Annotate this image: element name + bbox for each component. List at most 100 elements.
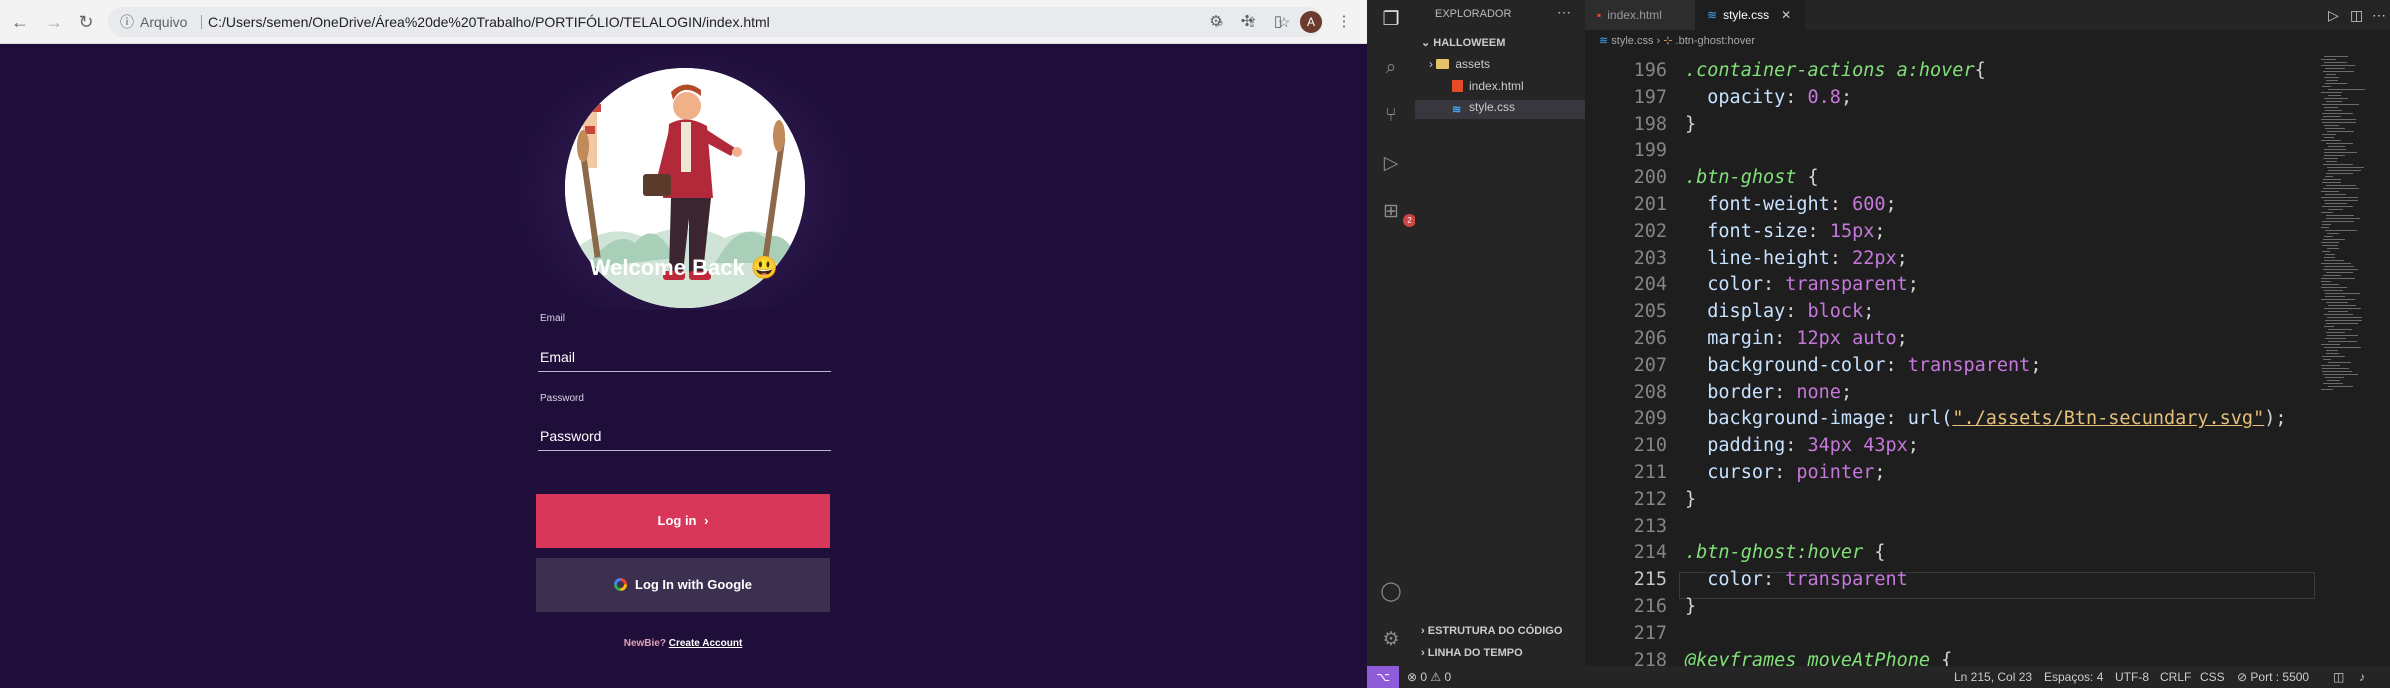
- minimap-line: [2321, 278, 2355, 279]
- remote-icon[interactable]: ⌥: [1367, 666, 1399, 688]
- html-file-icon: [1452, 80, 1463, 92]
- workspace-folder-name: HALLOWEEM: [1433, 37, 1506, 49]
- extension-gear-icon[interactable]: ⚙: [1205, 11, 1227, 33]
- tree-item-assets[interactable]: › assets: [1429, 57, 1490, 71]
- tree-item-style-css[interactable]: ≋ style.css: [1415, 100, 1585, 119]
- code-token: font-weight: [1707, 194, 1830, 215]
- address-url[interactable]: C:/Users/semen/OneDrive/Área%20de%20Trab…: [208, 7, 770, 37]
- breadcrumb-file[interactable]: style.css: [1611, 35, 1653, 47]
- code-token: opacity: [1707, 86, 1786, 108]
- email-label: Email: [540, 313, 566, 324]
- minimap-line: [2328, 95, 2341, 96]
- extensions-icon[interactable]: ⊞ 2: [1379, 200, 1416, 227]
- outline-section[interactable]: › ESTRUTURA DO CÓDIGO: [1421, 625, 1562, 637]
- more-actions-icon[interactable]: ⋯: [1557, 4, 1571, 21]
- live-server-port[interactable]: ⊘ Port : 5500: [2237, 666, 2309, 688]
- address-bar[interactable]: ⓘ Arquivo C:/Users/semen/OneDrive/Área%2…: [108, 7, 1323, 37]
- code-editor[interactable]: 196 197 198 199 200 201 202 203 204 205 206 207 208 2…: [1585, 52, 2315, 666]
- minimap-line: [2322, 122, 2356, 123]
- source-control-icon[interactable]: ⑂: [1379, 104, 1403, 128]
- forward-arrow-icon[interactable]: →: [42, 10, 66, 34]
- breadcrumb-symbol[interactable]: .btn-ghost:hover: [1676, 35, 1756, 47]
- minimap-line: [2326, 350, 2338, 351]
- reload-icon[interactable]: ↻: [74, 10, 98, 34]
- language-mode[interactable]: CSS: [2200, 666, 2225, 688]
- line-number: 208: [1633, 381, 1667, 403]
- profile-avatar[interactable]: A: [1300, 11, 1322, 33]
- run-icon[interactable]: ▷: [2328, 7, 2339, 24]
- layout-icon[interactable]: ◫: [2333, 666, 2344, 688]
- end-of-line[interactable]: CRLF: [2160, 666, 2191, 688]
- code-token: }: [1685, 596, 1697, 617]
- close-icon[interactable]: ✕: [1781, 8, 1791, 22]
- puzzle-icon[interactable]: ✣: [1236, 11, 1258, 33]
- code-token: {: [1796, 167, 1819, 189]
- line-number: 209: [1633, 408, 1667, 430]
- minimap-line: [2324, 266, 2354, 267]
- folder-icon: [1436, 59, 1450, 69]
- info-icon[interactable]: ⓘ: [120, 7, 134, 37]
- code-token: 15px: [1829, 220, 1875, 242]
- minimap-line: [2323, 359, 2331, 360]
- encoding[interactable]: UTF-8: [2115, 666, 2149, 688]
- minimap-line: [2326, 185, 2356, 186]
- code-line: }: [1685, 489, 1696, 510]
- code-line: border: none;: [1707, 381, 1853, 403]
- run-debug-icon[interactable]: ▷: [1379, 152, 1403, 176]
- minimap-line: [2324, 137, 2334, 138]
- signup-prompt: NewBie? Create Account: [536, 638, 830, 649]
- line-number: 197: [1633, 86, 1667, 108]
- side-panel-icon[interactable]: ▯: [1267, 11, 1289, 33]
- minimap-line: [2326, 272, 2353, 273]
- code-line: font-size: 15px;: [1707, 220, 1886, 242]
- line-number: 201: [1633, 194, 1667, 215]
- minimap-line: [2324, 260, 2344, 261]
- minimap-line: [2324, 308, 2361, 309]
- timeline-section[interactable]: › LINHA DO TEMPO: [1421, 647, 1523, 659]
- notifications-bell-icon[interactable]: ♪: [2359, 666, 2365, 688]
- login-button[interactable]: Log in ›: [536, 494, 830, 548]
- problems-indicator[interactable]: ⊗ 0 ⚠ 0: [1407, 666, 1451, 688]
- cursor-position[interactable]: Ln 215, Col 23: [1954, 666, 2032, 688]
- tab-index-html[interactable]: ▪ index.html: [1585, 0, 1695, 30]
- indentation[interactable]: Espaços: 4: [2044, 666, 2103, 688]
- minimap-line: [2326, 101, 2342, 102]
- account-icon[interactable]: ◯: [1379, 580, 1403, 604]
- line-number: 196: [1633, 60, 1667, 81]
- email-input[interactable]: [538, 342, 831, 372]
- settings-gear-icon[interactable]: ⚙: [1379, 628, 1403, 652]
- minimap-line: [2325, 128, 2345, 129]
- tab-style-css[interactable]: ≋ style.css ✕: [1695, 0, 1805, 30]
- minimap-line: [2323, 179, 2341, 180]
- minimap-line: [2326, 332, 2345, 333]
- workspace-folder[interactable]: ⌄ HALLOWEEM: [1421, 36, 1505, 49]
- line-number: 212: [1633, 488, 1667, 510]
- css-file-icon: ≋: [1707, 8, 1718, 22]
- tree-item-label: style.css: [1469, 100, 1516, 114]
- browser-menu-icon[interactable]: ⋮: [1333, 11, 1355, 33]
- minimap-line: [2321, 365, 2340, 366]
- minimap[interactable]: [2315, 52, 2390, 666]
- status-bar: ⌥ ⊗ 0 ⚠ 0 Ln 215, Col 23 Espaços: 4 UTF-…: [1367, 666, 2390, 688]
- back-arrow-icon[interactable]: ←: [8, 10, 32, 34]
- code-token: 22px: [1852, 247, 1897, 269]
- minimap-line: [2322, 104, 2359, 105]
- code-token: ;: [1863, 301, 1875, 323]
- minimap-line: [2321, 59, 2336, 60]
- password-input[interactable]: [538, 421, 831, 451]
- tree-item-index-html[interactable]: index.html: [1452, 79, 1524, 93]
- line-number: 218: [1633, 649, 1667, 666]
- split-editor-icon[interactable]: ◫: [2350, 7, 2363, 24]
- minimap-line: [2326, 173, 2353, 174]
- minimap-line: [2324, 347, 2361, 348]
- code-token: "./assets/Btn-secundary.svg": [1952, 408, 2265, 430]
- search-icon[interactable]: ⌕: [1379, 56, 1403, 80]
- create-account-link[interactable]: Create Account: [669, 638, 743, 649]
- editor-more-icon[interactable]: ⋯: [2372, 7, 2386, 24]
- minimap-line: [2324, 152, 2357, 153]
- explorer-files-icon[interactable]: ❐: [1379, 8, 1403, 32]
- google-login-button[interactable]: Log In with Google: [536, 558, 830, 612]
- minimap-line: [2323, 239, 2345, 240]
- minimap-line: [2325, 83, 2347, 84]
- line-number: 202: [1633, 220, 1667, 242]
